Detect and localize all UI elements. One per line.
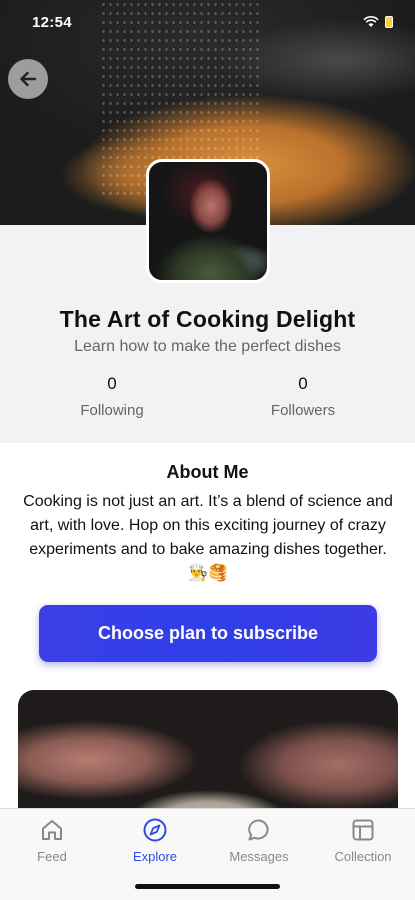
followers-count: 0 (298, 374, 308, 393)
status-time: 12:54 (32, 13, 72, 31)
followers-stat[interactable]: 0 Followers (233, 374, 373, 419)
post-image-card[interactable] (18, 690, 398, 820)
following-count: 0 (107, 374, 117, 393)
tab-feed-label: Feed (37, 849, 67, 864)
about-text: Cooking is not just an art. It’s a blend… (23, 493, 393, 582)
followers-label: Followers (270, 402, 336, 419)
tab-feed[interactable]: Feed (7, 817, 97, 864)
screen: 12:54 The Art of Cooking Delight Learn h… (0, 0, 415, 900)
home-indicator (135, 884, 280, 889)
battery-icon (385, 16, 393, 28)
following-label: Following (80, 402, 144, 419)
home-icon (42, 820, 62, 840)
chat-bubble-icon (248, 819, 269, 841)
back-button[interactable] (8, 59, 48, 99)
status-bar: 12:54 (0, 0, 415, 44)
tab-messages[interactable]: Messages (214, 817, 304, 864)
tab-collection[interactable]: Collection (318, 817, 408, 864)
tab-messages-label: Messages (229, 849, 289, 864)
about-title: About Me (166, 462, 249, 482)
profile-title: The Art of Cooking Delight (59, 306, 356, 332)
collection-icon (352, 819, 374, 841)
profile-subtitle: Learn how to make the perfect dishes (74, 338, 341, 355)
tab-explore-label: Explore (132, 849, 178, 864)
subscribe-button[interactable]: Choose plan to subscribe (39, 605, 377, 662)
tab-collection-label: Collection (334, 849, 392, 864)
wifi-icon (363, 16, 379, 27)
compass-icon (143, 818, 167, 842)
arrow-left-icon (20, 71, 37, 87)
tab-explore[interactable]: Explore (110, 817, 200, 864)
avatar (146, 159, 270, 283)
status-icons (363, 16, 393, 28)
following-stat[interactable]: 0 Following (42, 374, 182, 419)
